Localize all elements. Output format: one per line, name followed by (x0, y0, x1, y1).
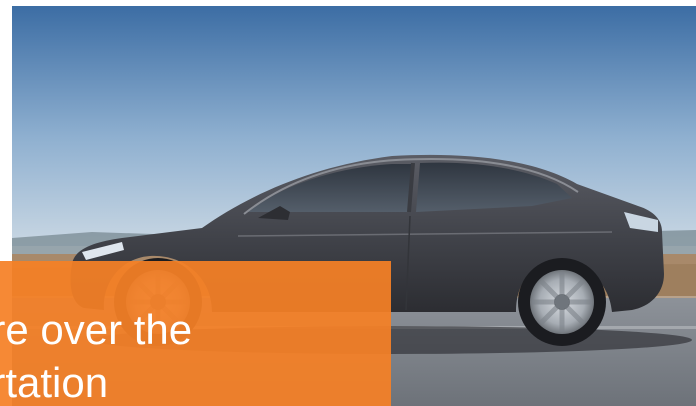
caption-line-1: ore over the (0, 306, 193, 353)
caption-overlay: ore over the ortation (0, 261, 391, 406)
caption-line-2: ortation (0, 359, 109, 406)
slide-canvas: ore over the ortation (0, 0, 696, 406)
